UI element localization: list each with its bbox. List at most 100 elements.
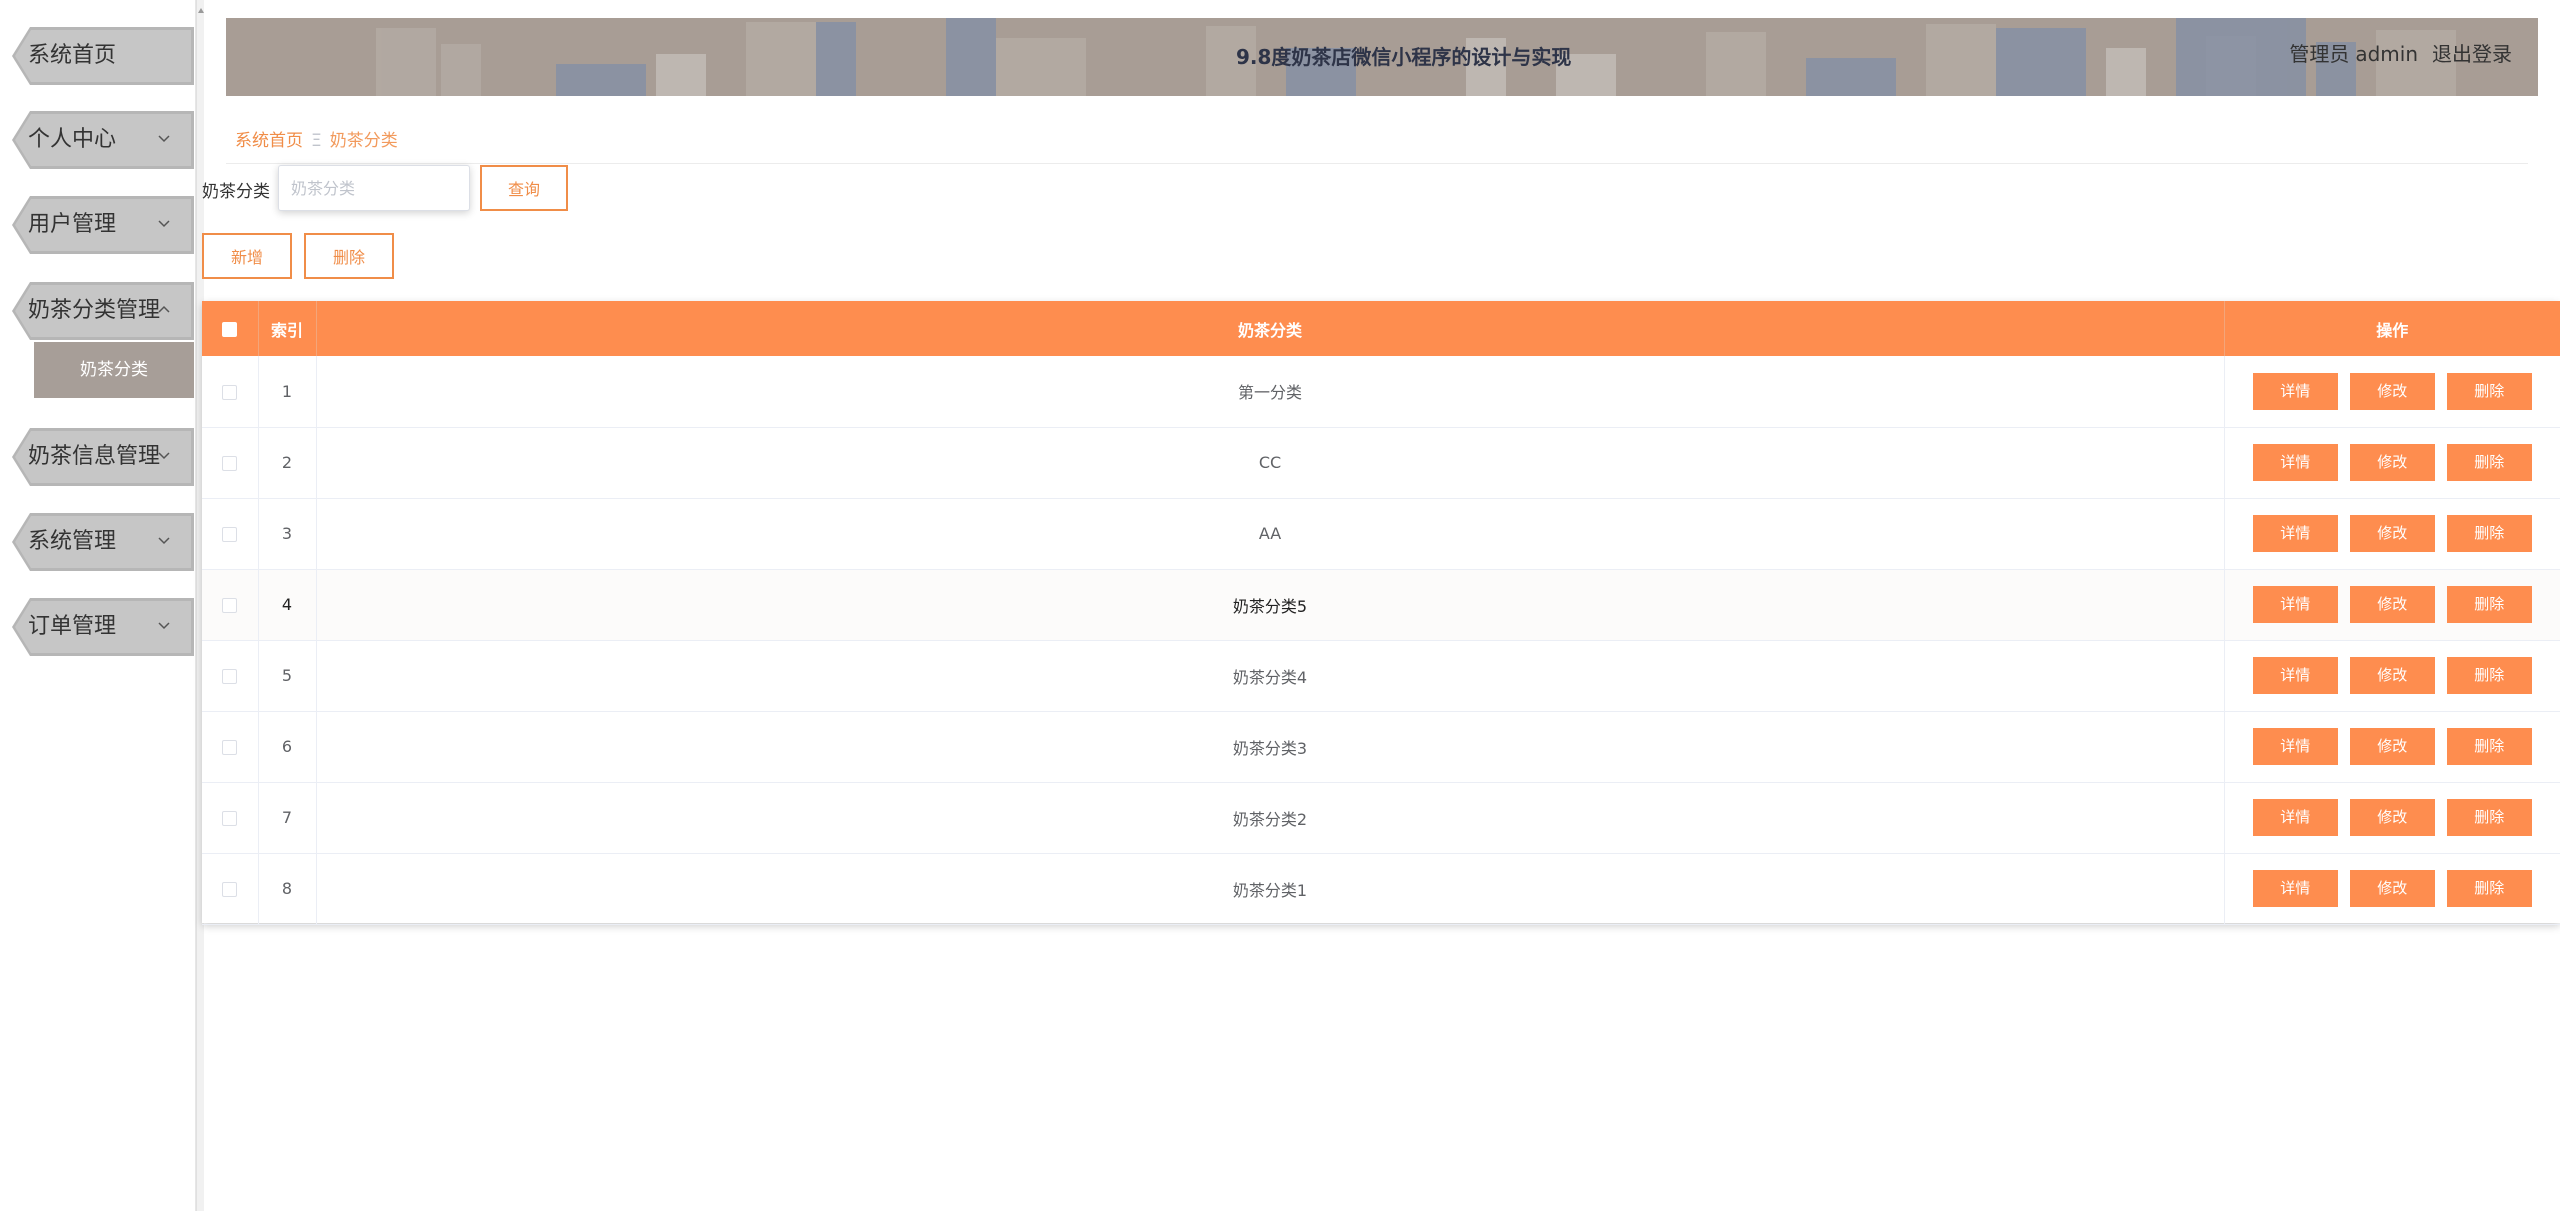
column-header-index[interactable]: 索引	[258, 301, 317, 356]
row-select-cell	[202, 640, 259, 711]
row-select-cell	[202, 711, 259, 782]
row-index: 7	[258, 782, 317, 853]
chevron-up-icon	[158, 305, 170, 313]
table-row[interactable]: 4 奶茶分类5 详情 修改 删除	[202, 569, 2560, 640]
sidebar-item-label: 用户管理	[28, 212, 117, 237]
row-checkbox[interactable]	[222, 456, 238, 471]
sidebar-item-order-management[interactable]: 订单管理	[12, 598, 194, 656]
sidebar-item-system-management[interactable]: 系统管理	[12, 513, 194, 571]
breadcrumb-home-link[interactable]: 系统首页	[235, 131, 303, 151]
search-input[interactable]	[278, 165, 470, 211]
detail-button[interactable]: 详情	[2252, 870, 2338, 907]
row-actions: 详情 修改 删除	[2224, 782, 2560, 853]
delete-button[interactable]: 删除	[2446, 657, 2532, 694]
sidebar-item-label: 奶茶分类管理	[28, 298, 161, 323]
chevron-down-icon	[158, 537, 170, 545]
row-actions: 详情 修改 删除	[2224, 569, 2560, 640]
row-category-name: CC	[316, 427, 2225, 498]
detail-button[interactable]: 详情	[2252, 799, 2338, 836]
table-row[interactable]: 6 奶茶分类3 详情 修改 删除	[202, 711, 2560, 782]
data-table: 索引 奶茶分类 操作 1 第一分类 详情 修改 删除 2 CC 详情 修改 删除 3 AA 详情 修改 删除…	[202, 301, 2560, 924]
sidebar-item-home[interactable]: 系统首页	[12, 27, 194, 85]
scroll-up-arrow-icon[interactable]	[198, 8, 204, 13]
row-checkbox[interactable]	[222, 384, 238, 400]
row-index: 6	[258, 711, 317, 782]
delete-button[interactable]: 删除	[2446, 372, 2532, 410]
edit-button[interactable]: 修改	[2349, 444, 2435, 481]
row-select-cell	[202, 427, 259, 498]
detail-button[interactable]: 详情	[2252, 515, 2338, 552]
detail-button[interactable]: 详情	[2252, 444, 2338, 481]
row-index: 4	[258, 569, 317, 640]
chevron-down-icon	[158, 220, 170, 228]
sidebar-item-label: 系统首页	[28, 43, 117, 68]
sidebar-item-label: 奶茶信息管理	[28, 444, 161, 469]
chevron-down-icon	[158, 135, 170, 143]
logout-link[interactable]: 退出登录	[2432, 42, 2512, 66]
detail-button[interactable]: 详情	[2252, 372, 2338, 410]
breadcrumb: 系统首页 Ξ 奶茶分类	[235, 126, 398, 151]
row-select-cell	[202, 853, 259, 924]
row-checkbox[interactable]	[222, 811, 238, 826]
search-label: 奶茶分类	[202, 182, 270, 202]
row-select-cell	[202, 782, 259, 853]
sidebar-subitem-category[interactable]: 奶茶分类	[34, 342, 194, 398]
delete-button[interactable]: 删除	[2446, 444, 2532, 481]
query-button[interactable]: 查询	[480, 165, 568, 211]
sidebar-item-category-management[interactable]: 奶茶分类管理	[12, 282, 194, 340]
chevron-down-icon	[158, 452, 170, 460]
row-actions: 详情 修改 删除	[2224, 356, 2560, 427]
delete-button[interactable]: 删除	[2446, 870, 2532, 907]
sidebar-item-personal-center[interactable]: 个人中心	[12, 111, 194, 169]
edit-button[interactable]: 修改	[2349, 870, 2435, 907]
row-index: 5	[258, 640, 317, 711]
delete-button[interactable]: 删除	[2446, 586, 2532, 623]
edit-button[interactable]: 修改	[2349, 372, 2435, 410]
detail-button[interactable]: 详情	[2252, 586, 2338, 623]
breadcrumb-separator-icon: Ξ	[311, 131, 322, 151]
row-index: 2	[258, 427, 317, 498]
row-category-name: 奶茶分类4	[316, 640, 2225, 711]
select-all-checkbox[interactable]	[222, 322, 238, 337]
user-role: 管理员	[2289, 42, 2350, 66]
select-all-cell	[202, 301, 259, 356]
table-header: 索引 奶茶分类 操作	[202, 301, 2560, 356]
edit-button[interactable]: 修改	[2349, 728, 2435, 765]
sidebar-item-tea-info-management[interactable]: 奶茶信息管理	[12, 428, 194, 486]
row-index: 8	[258, 853, 317, 924]
delete-button[interactable]: 删除	[2446, 728, 2532, 765]
row-select-cell	[202, 498, 259, 569]
detail-button[interactable]: 详情	[2252, 728, 2338, 765]
edit-button[interactable]: 修改	[2349, 799, 2435, 836]
table-row[interactable]: 7 奶茶分类2 详情 修改 删除	[202, 782, 2560, 853]
column-header-category[interactable]: 奶茶分类	[316, 301, 2225, 356]
table-row[interactable]: 3 AA 详情 修改 删除	[202, 498, 2560, 569]
table-body: 1 第一分类 详情 修改 删除 2 CC 详情 修改 删除 3 AA 详情 修改 删除 4 奶茶分类5 详情 修改删…	[202, 356, 2560, 924]
edit-button[interactable]: 修改	[2349, 515, 2435, 552]
detail-button[interactable]: 详情	[2252, 657, 2338, 694]
row-checkbox[interactable]	[222, 740, 238, 755]
sidebar-item-user-management[interactable]: 用户管理	[12, 196, 194, 254]
row-checkbox[interactable]	[222, 669, 238, 684]
row-checkbox[interactable]	[222, 882, 238, 897]
page-title: 9.8度奶茶店微信小程序的设计与实现	[1236, 45, 1572, 69]
add-button[interactable]: 新增	[202, 233, 292, 279]
batch-delete-button[interactable]: 删除	[304, 233, 394, 279]
delete-button[interactable]: 删除	[2446, 799, 2532, 836]
column-header-actions: 操作	[2376, 320, 2409, 340]
row-actions: 详情 修改 删除	[2224, 427, 2560, 498]
row-checkbox[interactable]	[222, 527, 238, 542]
table-row[interactable]: 1 第一分类 详情 修改 删除	[202, 356, 2560, 427]
table-row[interactable]: 5 奶茶分类4 详情 修改 删除	[202, 640, 2560, 711]
row-index: 3	[258, 498, 317, 569]
divider	[226, 163, 2528, 164]
row-category-name: 奶茶分类5	[316, 569, 2225, 640]
table-row[interactable]: 8 奶茶分类1 详情 修改 删除	[202, 853, 2560, 924]
row-checkbox[interactable]	[222, 598, 238, 613]
delete-button[interactable]: 删除	[2446, 515, 2532, 552]
edit-button[interactable]: 修改	[2349, 657, 2435, 694]
table-row[interactable]: 2 CC 详情 修改 删除	[202, 427, 2560, 498]
edit-button[interactable]: 修改	[2349, 586, 2435, 623]
user-box: 管理员 admin 退出登录	[2283, 38, 2512, 67]
row-index: 1	[258, 356, 317, 427]
